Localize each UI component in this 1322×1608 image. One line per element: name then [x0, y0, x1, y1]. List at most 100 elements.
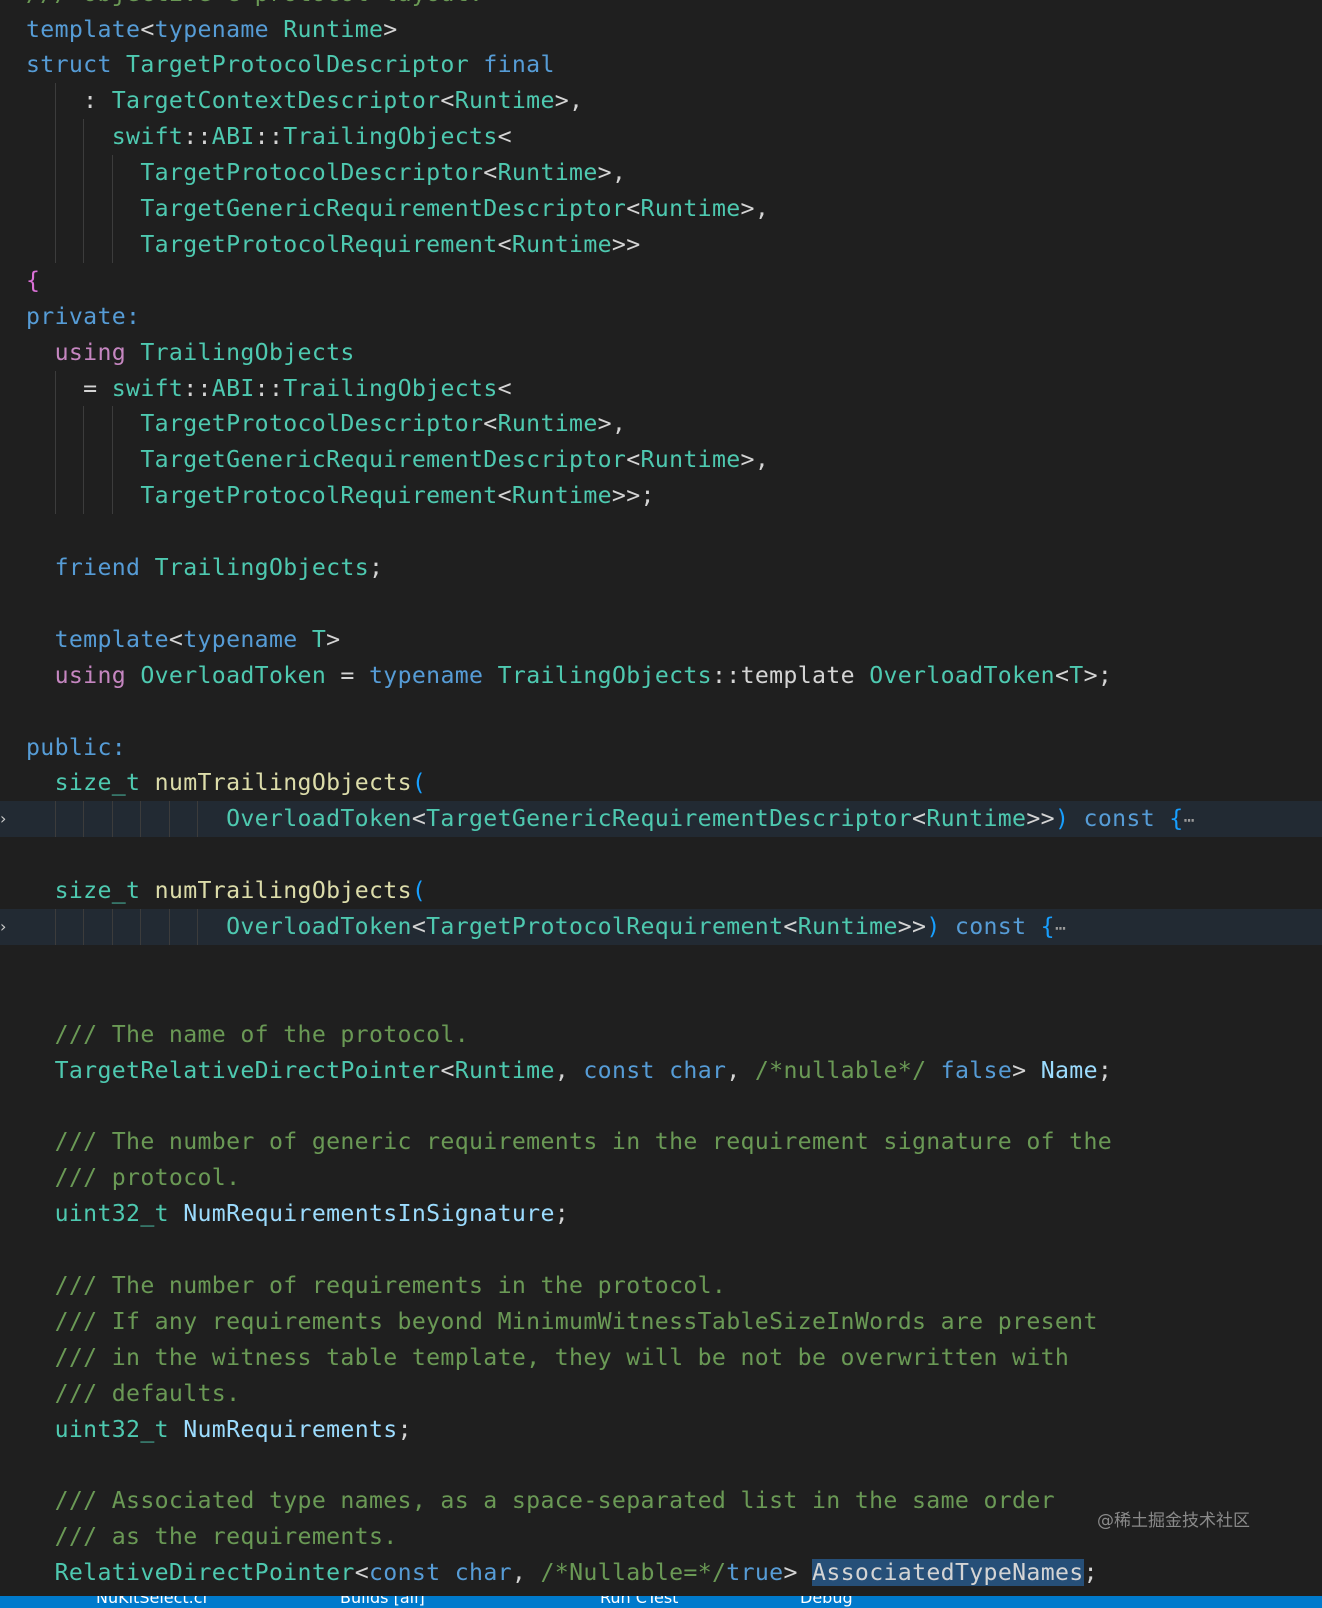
- code-text: OverloadToken<TargetGenericRequirementDe…: [26, 801, 1195, 837]
- code-line[interactable]: struct TargetProtocolDescriptor final: [0, 47, 1322, 83]
- code-line[interactable]: using TrailingObjects: [0, 335, 1322, 371]
- code-token: typename: [369, 661, 484, 689]
- code-token: Runtime: [511, 230, 612, 258]
- code-token: {: [26, 266, 41, 294]
- code-line[interactable]: › OverloadToken<TargetProtocolRequiremen…: [0, 909, 1322, 945]
- code-token: <: [483, 410, 498, 438]
- code-token: :: [26, 87, 112, 115]
- code-editor[interactable]: /// Objective-C protocol layout. template…: [0, 0, 1322, 1596]
- code-line[interactable]: using OverloadToken = typename TrailingO…: [0, 658, 1322, 694]
- code-token: >: [383, 15, 398, 43]
- code-token: using: [54, 661, 127, 689]
- code-token: TargetProtocolRequirement: [140, 482, 498, 510]
- code-line[interactable]: /// The number of generic requirements i…: [0, 1124, 1322, 1160]
- code-line[interactable]: size_t numTrailingObjects(: [0, 765, 1322, 801]
- folded-ellipsis-icon[interactable]: ⋯: [1184, 810, 1195, 831]
- code-line[interactable]: /// protocol.: [0, 1160, 1322, 1196]
- code-token: /// If any requirements beyond MinimumWi…: [54, 1307, 1098, 1335]
- code-token: <: [140, 15, 155, 43]
- code-token: TrailingObjects: [283, 374, 498, 402]
- code-line[interactable]: template<typename Runtime>: [0, 12, 1322, 48]
- code-line[interactable]: {: [0, 263, 1322, 299]
- code-line[interactable]: friend TrailingObjects;: [0, 550, 1322, 586]
- code-text: struct TargetProtocolDescriptor final: [26, 47, 555, 83]
- code-token: T: [1069, 661, 1084, 689]
- code-line[interactable]: [0, 945, 1322, 981]
- code-line[interactable]: private:: [0, 299, 1322, 335]
- code-text: TargetProtocolRequirement<Runtime>>;: [26, 478, 655, 514]
- code-token: /// in the witness table template, they …: [54, 1343, 1070, 1371]
- statusbar-item-ctest[interactable]: Run CTest: [600, 1596, 678, 1608]
- code-text: size_t numTrailingObjects(: [26, 765, 426, 801]
- code-line[interactable]: /// The name of the protocol.: [0, 1017, 1322, 1053]
- code-line[interactable]: [0, 586, 1322, 622]
- fold-chevron-icon[interactable]: ›: [0, 918, 18, 936]
- code-token: OverloadToken: [226, 913, 412, 940]
- code-line[interactable]: uint32_t NumRequirements;: [0, 1412, 1322, 1448]
- code-line[interactable]: /// Objective-C protocol layout.: [0, 0, 1322, 12]
- code-line[interactable]: [0, 1089, 1322, 1125]
- code-line[interactable]: TargetGenericRequirementDescriptor<Runti…: [0, 191, 1322, 227]
- code-line[interactable]: /// in the witness table template, they …: [0, 1340, 1322, 1376]
- code-token: TrailingObjects: [497, 661, 712, 689]
- code-token: Runtime: [454, 87, 555, 115]
- code-line[interactable]: TargetGenericRequirementDescriptor<Runti…: [0, 442, 1322, 479]
- code-line[interactable]: : TargetContextDescriptor<Runtime>,: [0, 83, 1322, 120]
- code-token: <: [354, 1559, 369, 1587]
- code-line[interactable]: [0, 514, 1322, 550]
- code-text: TargetGenericRequirementDescriptor<Runti…: [26, 191, 769, 227]
- code-line[interactable]: /// defaults.: [0, 1376, 1322, 1412]
- code-line[interactable]: /// If any requirements beyond MinimumWi…: [0, 1304, 1322, 1340]
- code-line[interactable]: swift::ABI::TrailingObjects<: [0, 119, 1322, 156]
- code-token: <: [483, 159, 498, 187]
- code-line[interactable]: template<typename T>: [0, 622, 1322, 658]
- code-token: /// protocol.: [54, 1164, 241, 1192]
- code-line[interactable]: public:: [0, 730, 1322, 766]
- code-token: ,: [726, 1056, 755, 1084]
- code-token: <: [440, 87, 455, 115]
- statusbar-item-debug[interactable]: Debug: [800, 1596, 853, 1608]
- code-token: TargetGenericRequirementDescriptor: [140, 446, 627, 474]
- fold-chevron-icon[interactable]: ›: [0, 810, 18, 828]
- code-token: char: [669, 1056, 727, 1084]
- code-line[interactable]: RelativeDirectPointer<const char, /*Null…: [0, 1555, 1322, 1591]
- code-token: Runtime: [511, 482, 612, 510]
- code-line[interactable]: [0, 1448, 1322, 1484]
- code-line[interactable]: TargetProtocolDescriptor<Runtime>,: [0, 155, 1322, 192]
- code-token: ;: [1083, 1559, 1098, 1587]
- code-token: =: [326, 661, 369, 689]
- code-line[interactable]: [0, 837, 1322, 873]
- folded-ellipsis-icon[interactable]: ⋯: [1055, 918, 1066, 939]
- code-token: OverloadToken: [140, 661, 327, 689]
- code-line[interactable]: = swift::ABI::TrailingObjects<: [0, 370, 1322, 407]
- code-line[interactable]: uint32_t NumRequirementsInSignature;: [0, 1196, 1322, 1232]
- code-token: OverloadToken: [226, 805, 412, 833]
- code-line[interactable]: /// The number of requirements in the pr…: [0, 1268, 1322, 1304]
- code-line[interactable]: [0, 981, 1322, 1017]
- code-line[interactable]: TargetProtocolRequirement<Runtime>>: [0, 226, 1322, 263]
- code-token: template: [26, 15, 141, 43]
- code-token: numTrailingObjects: [154, 877, 412, 905]
- code-token: ): [926, 913, 941, 940]
- code-line[interactable]: TargetProtocolRequirement<Runtime>>;: [0, 478, 1322, 515]
- code-line[interactable]: size_t numTrailingObjects(: [0, 873, 1322, 909]
- code-line[interactable]: [0, 694, 1322, 730]
- code-token: >,: [554, 87, 584, 115]
- code-token: /// Associated type names, as a space-se…: [54, 1487, 1055, 1515]
- statusbar-item-kit[interactable]: NuKitSelect.cl: [96, 1596, 207, 1608]
- code-line[interactable]: › OverloadToken<TargetGenericRequirement…: [0, 801, 1322, 838]
- code-line[interactable]: [0, 1232, 1322, 1268]
- code-token: <: [168, 625, 184, 653]
- code-line[interactable]: TargetRelativeDirectPointer<Runtime, con…: [0, 1053, 1322, 1089]
- statusbar-item-build[interactable]: Builds [all]: [340, 1596, 425, 1608]
- code-line[interactable]: TargetProtocolDescriptor<Runtime>,: [0, 406, 1322, 443]
- code-token: true: [726, 1559, 784, 1587]
